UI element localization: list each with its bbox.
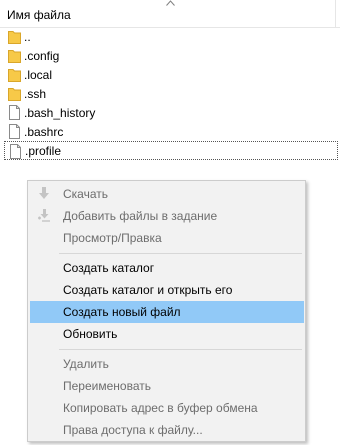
file-name: .ssh xyxy=(24,87,47,101)
menu-item-add-to-queue[interactable]: Добавить файлы в задание xyxy=(30,205,304,227)
file-row-ssh[interactable]: .ssh xyxy=(4,84,338,103)
menu-item-label: Просмотр/Правка xyxy=(63,231,162,245)
context-menu: Скачать Добавить файлы в задание Просмот… xyxy=(27,180,306,442)
menu-item-label: Права доступа к файлу... xyxy=(63,423,203,437)
menu-item-create-directory-open[interactable]: Создать каталог и открыть его xyxy=(30,279,304,301)
file-row-parent[interactable]: .. xyxy=(4,27,338,46)
sort-ascending-icon xyxy=(166,0,175,6)
menu-item-label: Создать каталог и открыть его xyxy=(63,283,233,297)
menu-item-create-file[interactable]: Создать новый файл xyxy=(30,301,304,323)
menu-separator xyxy=(59,253,302,254)
file-manager-pane: Имя файла .. .config .local .ssh .bash_h… xyxy=(0,0,340,445)
file-row-profile[interactable]: .profile xyxy=(4,141,338,160)
menu-item-label: Скачать xyxy=(63,187,108,201)
menu-item-label: Копировать адрес в буфер обмена xyxy=(63,401,258,415)
folder-icon xyxy=(8,88,21,101)
menu-separator xyxy=(59,349,302,350)
menu-item-label: Создать новый файл xyxy=(63,305,181,319)
folder-icon xyxy=(8,69,21,82)
menu-item-download[interactable]: Скачать xyxy=(30,183,304,205)
folder-icon xyxy=(8,50,21,63)
menu-item-refresh[interactable]: Обновить xyxy=(30,323,304,345)
menu-item-label: Создать каталог xyxy=(63,261,155,275)
menu-item-view-edit[interactable]: Просмотр/Правка xyxy=(30,227,304,249)
menu-item-permissions[interactable]: Права доступа к файлу... xyxy=(30,419,304,441)
file-row-bashrc[interactable]: .bashrc xyxy=(4,122,338,141)
file-row-bash-history[interactable]: .bash_history xyxy=(4,103,338,122)
file-row-local[interactable]: .local xyxy=(4,65,338,84)
menu-item-label: Переименовать xyxy=(63,379,151,393)
column-divider[interactable] xyxy=(335,0,336,27)
menu-item-rename[interactable]: Переименовать xyxy=(30,375,304,397)
add-to-queue-icon xyxy=(38,209,50,222)
file-name: .. xyxy=(24,30,31,44)
file-name: .profile xyxy=(25,144,62,158)
download-arrow-icon xyxy=(39,187,49,199)
filename-column-header[interactable]: Имя файла xyxy=(0,0,340,28)
file-name: .bashrc xyxy=(24,125,64,139)
menu-item-label: Удалить xyxy=(63,357,109,371)
menu-item-create-directory[interactable]: Создать каталог xyxy=(30,257,304,279)
menu-item-label: Добавить файлы в задание xyxy=(63,209,218,223)
file-name: .bash_history xyxy=(24,106,96,120)
file-icon xyxy=(9,105,20,120)
menu-item-delete[interactable]: Удалить xyxy=(30,353,304,375)
file-row-config[interactable]: .config xyxy=(4,46,338,65)
folder-icon xyxy=(8,31,21,44)
file-name: .local xyxy=(24,68,53,82)
file-icon xyxy=(10,144,21,159)
column-title: Имя файла xyxy=(7,8,71,22)
file-icon xyxy=(9,124,20,139)
file-name: .config xyxy=(24,49,60,63)
menu-item-copy-url[interactable]: Копировать адрес в буфер обмена xyxy=(30,397,304,419)
menu-item-label: Обновить xyxy=(63,327,118,341)
